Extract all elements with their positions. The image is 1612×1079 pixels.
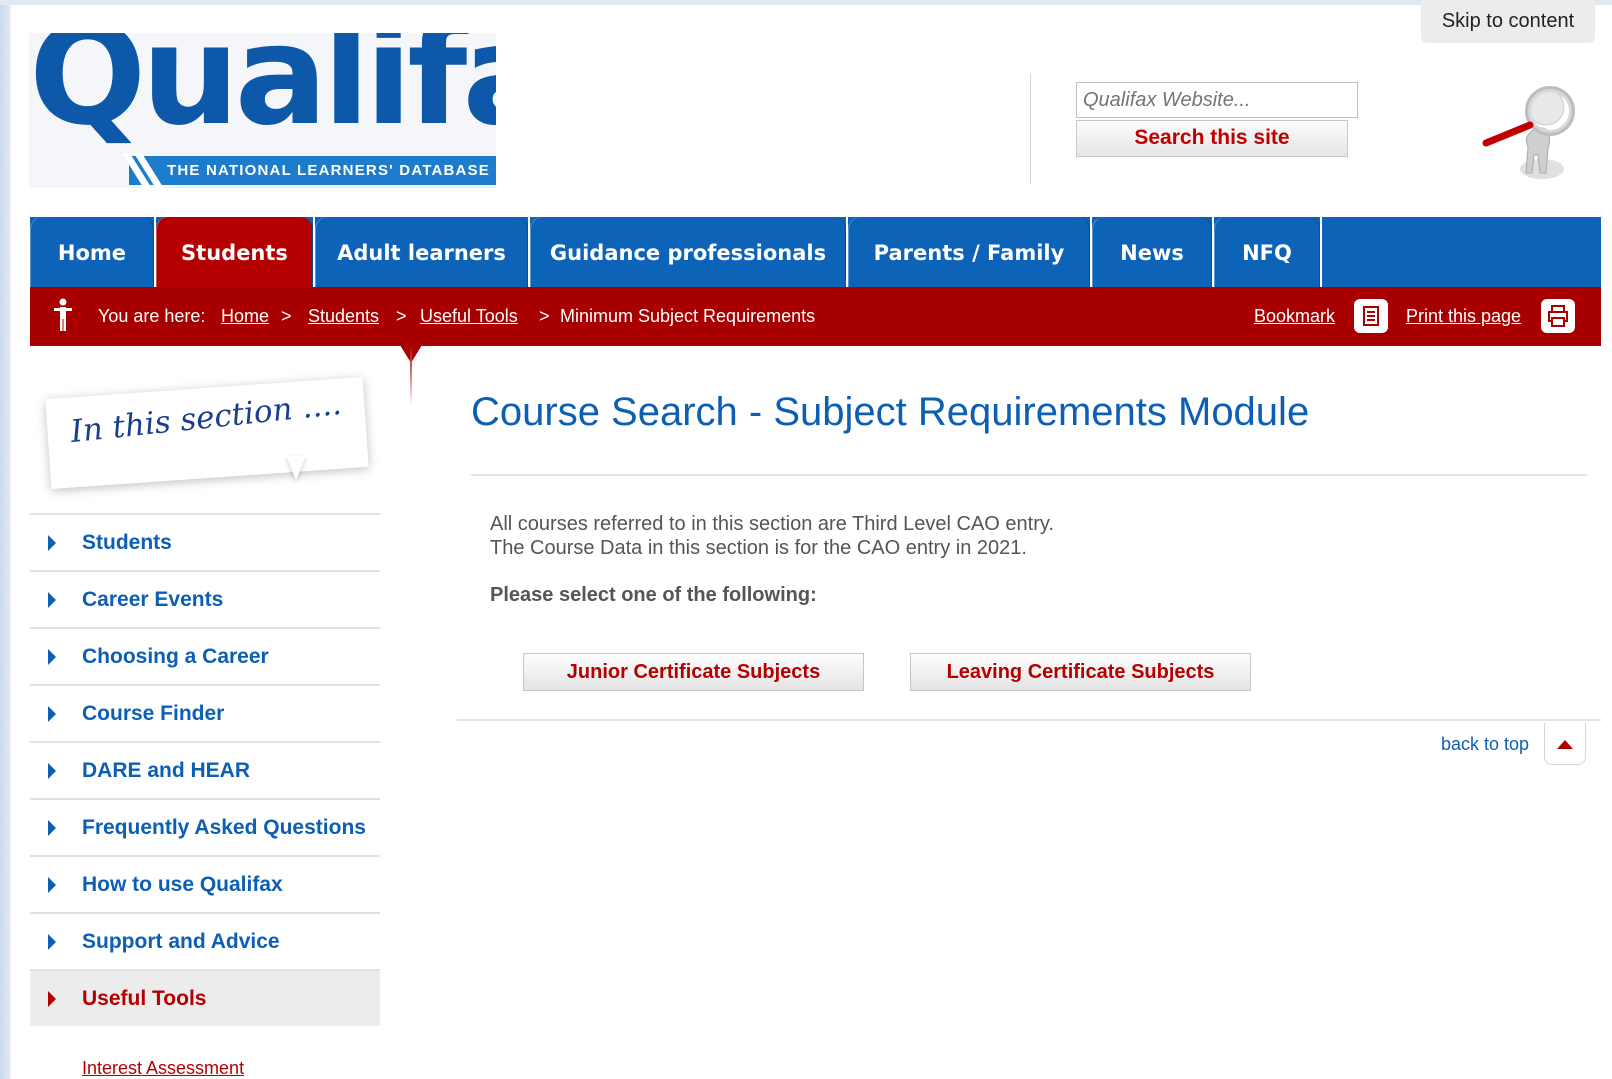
sidebar-item-useful-tools[interactable]: Useful Tools	[30, 969, 380, 1026]
breadcrumb-bar: You are here: Home > Students > Useful T…	[30, 287, 1601, 346]
sidebar-item-label: How to use Qualifax	[82, 873, 283, 896]
caret-right-icon	[48, 763, 56, 779]
nav-separator	[313, 217, 315, 287]
search-button[interactable]: Search this site	[1076, 120, 1348, 157]
nav-home[interactable]: Home	[30, 217, 154, 287]
page-title: Course Search - Subject Requirements Mod…	[471, 390, 1310, 434]
nav-news[interactable]: News	[1092, 217, 1212, 287]
bookmark-link[interactable]: Bookmark	[1254, 306, 1335, 327]
back-to-top-button[interactable]	[1544, 723, 1586, 765]
back-to-top-link[interactable]: back to top	[1441, 734, 1529, 755]
walking-person-icon	[54, 298, 72, 331]
caret-right-icon	[48, 706, 56, 722]
sidebar-item-label: DARE and HEAR	[82, 759, 251, 782]
sidebar-item-label: Course Finder	[82, 702, 225, 725]
breadcrumb-useful-tools-link[interactable]: Useful Tools	[420, 306, 518, 327]
sidebar-subitem-interest-assessment[interactable]: Interest Assessment	[82, 1058, 244, 1079]
sidebar-item-choosing-a-career[interactable]: Choosing a Career	[30, 627, 380, 684]
sidebar-item-label: Students	[82, 531, 172, 554]
sidebar-item-label: Support and Advice	[82, 930, 280, 953]
section-divider-line	[410, 345, 412, 405]
caret-right-icon	[48, 649, 56, 665]
selection-prompt: Please select one of the following:	[490, 584, 817, 606]
junior-certificate-button[interactable]: Junior Certificate Subjects	[523, 653, 864, 691]
nav-separator	[154, 217, 156, 287]
breadcrumb-separator: >	[281, 306, 292, 326]
print-icon[interactable]	[1541, 299, 1575, 333]
nav-adult-learners[interactable]: Adult learners	[315, 217, 528, 287]
caret-right-icon	[48, 991, 56, 1007]
sidebar-item-label: Frequently Asked Questions	[82, 816, 366, 839]
sidebar-item-label: Career Events	[82, 588, 224, 611]
leaving-certificate-button[interactable]: Leaving Certificate Subjects	[910, 653, 1251, 691]
header-divider	[1030, 74, 1031, 184]
nav-separator	[846, 217, 848, 287]
logo-tagline: THE NATIONAL LEARNERS' DATABASE	[129, 156, 496, 185]
nav-nfq[interactable]: NFQ	[1214, 217, 1320, 287]
breadcrumb-separator: >	[539, 306, 550, 326]
logo-wordmark: Qualifax	[29, 33, 496, 156]
main-nav: Home Students Adult learners Guidance pr…	[30, 217, 1601, 287]
nav-students[interactable]: Students	[156, 217, 313, 287]
caret-right-icon	[48, 934, 56, 950]
sidebar-item-faq[interactable]: Frequently Asked Questions	[30, 798, 380, 855]
nav-separator	[1090, 217, 1092, 287]
intro-line-2: The Course Data in this section is for t…	[490, 537, 1027, 559]
sidebar-item-support-and-advice[interactable]: Support and Advice	[30, 912, 380, 969]
sidebar-item-career-events[interactable]: Career Events	[30, 570, 380, 627]
up-arrow-icon	[1557, 740, 1573, 749]
sidebar-item-how-to-use-qualifax[interactable]: How to use Qualifax	[30, 855, 380, 912]
breadcrumb-home-link[interactable]: Home	[221, 306, 269, 327]
title-divider	[471, 474, 1587, 476]
breadcrumb-current: Minimum Subject Requirements	[560, 306, 816, 326]
caret-right-icon	[48, 592, 56, 608]
sidebar-item-dare-and-hear[interactable]: DARE and HEAR	[30, 741, 380, 798]
magnifier-figure-icon	[1482, 86, 1575, 179]
nav-separator	[528, 217, 530, 287]
breadcrumb-prefix: You are here:	[98, 306, 206, 326]
sidebar-item-course-finder[interactable]: Course Finder	[30, 684, 380, 741]
nav-parents-family[interactable]: Parents / Family	[848, 217, 1090, 287]
sidebar-item-students[interactable]: Students	[30, 513, 380, 570]
caret-right-icon	[48, 820, 56, 836]
caret-right-icon	[48, 877, 56, 893]
breadcrumb-students-link[interactable]: Students	[308, 306, 379, 327]
intro-line-1: All courses referred to in this section …	[490, 513, 1054, 535]
section-note-tail	[286, 456, 306, 480]
content-divider	[457, 719, 1601, 721]
sidebar-item-label: Choosing a Career	[82, 645, 269, 668]
qualifax-logo[interactable]: Qualifax THE NATIONAL LEARNERS' DATABASE	[29, 33, 496, 188]
breadcrumb-separator: >	[396, 306, 407, 326]
caret-right-icon	[48, 535, 56, 551]
sidebar-nav: Students Career Events Choosing a Career…	[30, 513, 380, 1026]
intro-text: All courses referred to in this section …	[490, 512, 1054, 560]
search-input[interactable]	[1076, 82, 1358, 118]
bookmark-icon[interactable]	[1354, 299, 1388, 333]
nav-separator	[1320, 217, 1322, 287]
sidebar-item-label: Useful Tools	[82, 987, 207, 1010]
nav-guidance-professionals[interactable]: Guidance professionals	[530, 217, 846, 287]
nav-separator	[1212, 217, 1214, 287]
print-page-link[interactable]: Print this page	[1406, 306, 1521, 327]
skip-to-content-link[interactable]: Skip to content	[1421, 0, 1595, 43]
